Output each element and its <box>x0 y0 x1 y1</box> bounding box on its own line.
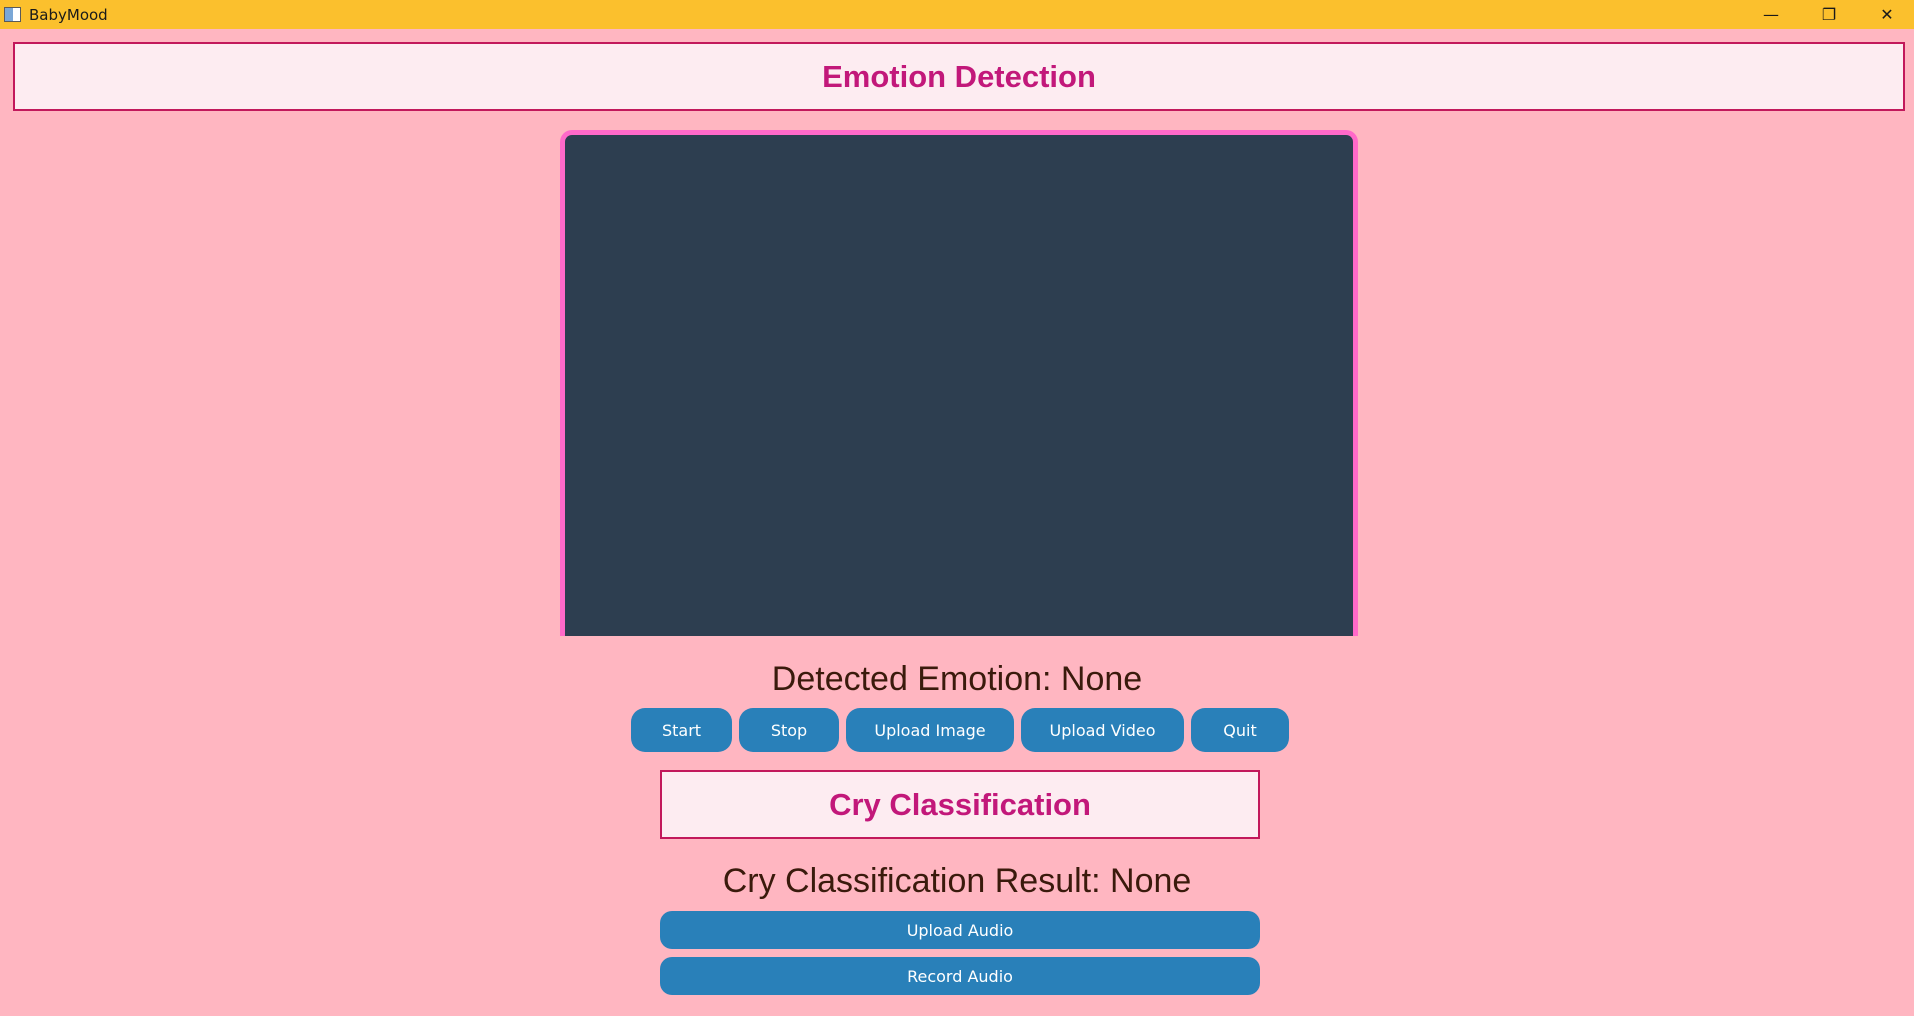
app-icon <box>4 7 21 22</box>
detected-emotion-label: Detected Emotion: None <box>771 660 1143 698</box>
cry-classification-result-label: Cry Classification Result: None <box>722 862 1192 900</box>
minimize-button[interactable]: — <box>1742 0 1800 29</box>
record-audio-button[interactable]: Record Audio <box>660 957 1260 995</box>
window-title: BabyMood <box>29 5 108 24</box>
upload-image-button[interactable]: Upload Image <box>846 708 1014 752</box>
maximize-button[interactable]: ❐ <box>1800 0 1858 29</box>
upload-video-button[interactable]: Upload Video <box>1021 708 1184 752</box>
title-bar: BabyMood — ❐ ✕ <box>0 0 1914 29</box>
emotion-detection-header: Emotion Detection <box>13 42 1905 111</box>
start-button[interactable]: Start <box>631 708 732 752</box>
stop-button[interactable]: Stop <box>739 708 839 752</box>
video-display <box>560 130 1358 636</box>
upload-audio-button[interactable]: Upload Audio <box>660 911 1260 949</box>
cry-classification-header: Cry Classification <box>660 770 1260 839</box>
quit-button[interactable]: Quit <box>1191 708 1289 752</box>
close-button[interactable]: ✕ <box>1858 0 1914 29</box>
